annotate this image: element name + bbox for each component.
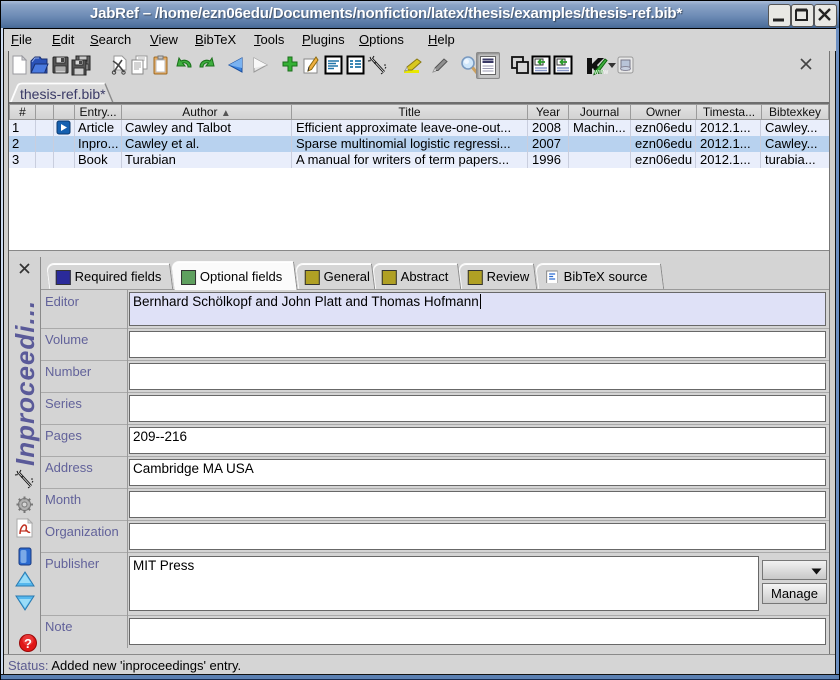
svg-text:?: ? <box>24 636 32 651</box>
svg-text:thesis-ref.bib*: thesis-ref.bib* <box>20 86 106 102</box>
svg-text:WWW: WWW <box>594 70 608 76</box>
